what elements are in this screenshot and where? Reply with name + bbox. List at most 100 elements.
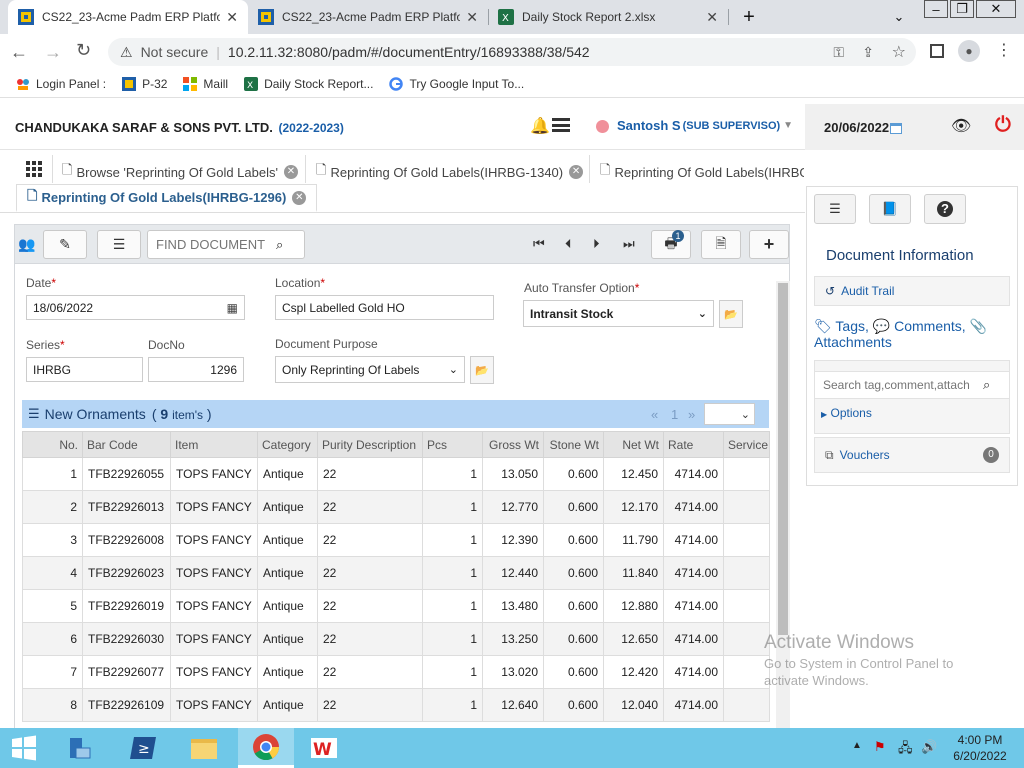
doc-tab-browse[interactable]: 🗋 Browse 'Reprinting Of Gold Labels' ✕ — [62, 161, 298, 183]
close-window-button[interactable]: ✕ — [976, 0, 1016, 18]
table-cell[interactable]: 22 — [317, 457, 423, 491]
scrollbar-thumb[interactable] — [778, 283, 788, 635]
table-cell[interactable]: TOPS FANCY — [170, 655, 258, 689]
doc-tab-1296-active[interactable]: 🗋 Reprinting Of Gold Labels(IHRBG-1296) … — [16, 184, 318, 212]
table-cell[interactable]: 2 — [22, 490, 83, 524]
find-document-box[interactable]: ⌕ — [147, 230, 305, 259]
column-header[interactable]: Gross Wt — [482, 431, 544, 458]
column-header[interactable]: Service — [723, 431, 770, 458]
table-cell[interactable]: Antique — [257, 523, 318, 557]
table-cell[interactable]: 12.770 — [482, 490, 544, 524]
tag-search-input[interactable] — [823, 378, 977, 392]
book-button[interactable]: 📘 — [869, 194, 911, 224]
column-header[interactable]: Item — [170, 431, 258, 458]
table-row[interactable]: 7 TFB22926077 TOPS FANCY Antique 22 1 13.020 0.… — [22, 655, 770, 689]
users-icon[interactable]: 👥 — [18, 236, 35, 253]
browser-tab-1[interactable]: CS22_23-Acme Padm ERP Platfor ✕ — [8, 0, 248, 34]
table-row[interactable]: 6 TFB22926030 TOPS FANCY Antique 22 1 13.250 0.… — [22, 622, 770, 656]
search-icon[interactable]: ⌕ — [276, 237, 283, 253]
table-cell[interactable]: 0.600 — [543, 589, 604, 623]
table-cell[interactable]: TOPS FANCY — [170, 622, 258, 656]
table-cell[interactable]: 3 — [22, 523, 83, 557]
eye-slash-icon[interactable]: 👁 — [951, 116, 971, 136]
start-button[interactable] — [0, 728, 48, 768]
taskbar-file-manager[interactable] — [56, 728, 104, 768]
taskbar-powershell[interactable]: ≥ — [120, 728, 168, 768]
table-cell[interactable]: 12.440 — [482, 556, 544, 590]
table-cell[interactable]: 12.420 — [603, 655, 664, 689]
table-cell[interactable]: 12.650 — [603, 622, 664, 656]
auto-transfer-lookup-button[interactable]: 📂 — [719, 300, 743, 328]
doc-tab-1340[interactable]: 🗋 Reprinting Of Gold Labels(IHRBG-1340) … — [316, 161, 584, 183]
table-cell[interactable]: 13.250 — [482, 622, 544, 656]
column-header[interactable]: Category — [257, 431, 318, 458]
table-cell[interactable]: 4714.00 — [663, 457, 724, 491]
info-list-button[interactable]: ☰ — [814, 194, 856, 224]
table-cell[interactable]: TFB22926109 — [82, 688, 171, 722]
close-icon[interactable]: ✕ — [569, 165, 584, 179]
table-cell[interactable]: 7 — [22, 655, 83, 689]
bookmark-p32[interactable]: P-32 — [122, 76, 167, 91]
close-icon[interactable]: ✕ — [292, 190, 307, 205]
table-cell[interactable]: TFB22926077 — [82, 655, 171, 689]
document-button[interactable]: 🗎 — [701, 230, 741, 259]
table-row[interactable]: 2 TFB22926013 TOPS FANCY Antique 22 1 12.770 0.… — [22, 490, 770, 524]
minimize-button[interactable]: – — [924, 0, 948, 18]
restore-button[interactable]: ❐ — [950, 0, 974, 18]
close-icon[interactable]: ✕ — [283, 165, 298, 179]
table-row[interactable]: 1 TFB22926055 TOPS FANCY Antique 22 1 13.050 0.… — [22, 457, 770, 491]
table-cell[interactable]: 22 — [317, 556, 423, 590]
pager-page[interactable]: 1 — [671, 407, 678, 422]
tags-label[interactable]: Tags, — [835, 318, 868, 334]
docno-field[interactable]: 1296 — [148, 357, 244, 382]
print-button[interactable]: 🖶 1 — [651, 230, 691, 259]
share-icon[interactable]: ⇪ — [862, 44, 874, 61]
table-cell[interactable]: TFB22926013 — [82, 490, 171, 524]
taskbar-chrome[interactable] — [238, 728, 294, 768]
browser-tab-2[interactable]: CS22_23-Acme Padm ERP Platfor ✕ — [248, 0, 488, 34]
help-button[interactable]: ? — [924, 194, 966, 224]
table-cell[interactable]: 22 — [317, 655, 423, 689]
last-record-icon[interactable]: ⏭ — [623, 236, 635, 252]
table-cell[interactable]: 0.600 — [543, 457, 604, 491]
table-cell[interactable] — [723, 556, 770, 590]
table-cell[interactable]: 0.600 — [543, 490, 604, 524]
table-cell[interactable]: 1 — [422, 457, 483, 491]
bookmark-mail[interactable]: Maill — [183, 76, 228, 91]
table-cell[interactable]: 5 — [22, 589, 83, 623]
business-date[interactable]: 20/06/2022 — [824, 120, 903, 135]
comments-label[interactable]: Comments, — [894, 318, 966, 334]
purpose-select[interactable]: Only Reprinting Of Labels ⌄ — [275, 356, 465, 383]
pager-prev[interactable]: « — [651, 407, 658, 422]
options-link[interactable]: ▶ Options — [821, 406, 872, 420]
column-header[interactable]: Rate — [663, 431, 724, 458]
table-cell[interactable]: 4 — [22, 556, 83, 590]
location-field[interactable]: Cspl Labelled Gold HO — [275, 295, 494, 320]
table-cell[interactable]: 4714.00 — [663, 688, 724, 722]
attachments-label[interactable]: Attachments — [814, 334, 892, 350]
tray-chevron-icon[interactable]: ▲ — [852, 740, 862, 751]
table-cell[interactable]: 6 — [22, 622, 83, 656]
table-cell[interactable]: 11.840 — [603, 556, 664, 590]
previous-record-icon[interactable]: ⏴ — [565, 236, 572, 252]
taskbar-explorer[interactable] — [180, 728, 228, 768]
tray-flag-icon[interactable]: ⚑ — [874, 739, 886, 755]
table-cell[interactable]: 22 — [317, 622, 423, 656]
table-cell[interactable]: TOPS FANCY — [170, 688, 258, 722]
table-cell[interactable]: TFB22926019 — [82, 589, 171, 623]
tab-search-chevron-icon[interactable]: ⌄ — [884, 4, 914, 30]
table-cell[interactable]: 13.050 — [482, 457, 544, 491]
table-cell[interactable]: 13.480 — [482, 589, 544, 623]
table-cell[interactable] — [723, 688, 770, 722]
table-row[interactable]: 5 TFB22926019 TOPS FANCY Antique 22 1 13.480 0.… — [22, 589, 770, 623]
table-cell[interactable]: Antique — [257, 622, 318, 656]
vertical-scrollbar[interactable] — [776, 281, 790, 728]
menu-dots-icon[interactable]: ⋮ — [996, 40, 1012, 60]
tags-comments-attachments[interactable]: 🏷 Tags, 💬 Comments, 📎 Attachments — [814, 318, 1010, 350]
auto-transfer-select[interactable]: Intransit Stock ⌄ — [523, 300, 714, 327]
search-icon[interactable]: ⌕ — [983, 377, 990, 393]
column-header[interactable]: Bar Code — [82, 431, 171, 458]
table-cell[interactable] — [723, 490, 770, 524]
column-header[interactable]: No. — [22, 431, 83, 458]
table-cell[interactable]: 22 — [317, 523, 423, 557]
